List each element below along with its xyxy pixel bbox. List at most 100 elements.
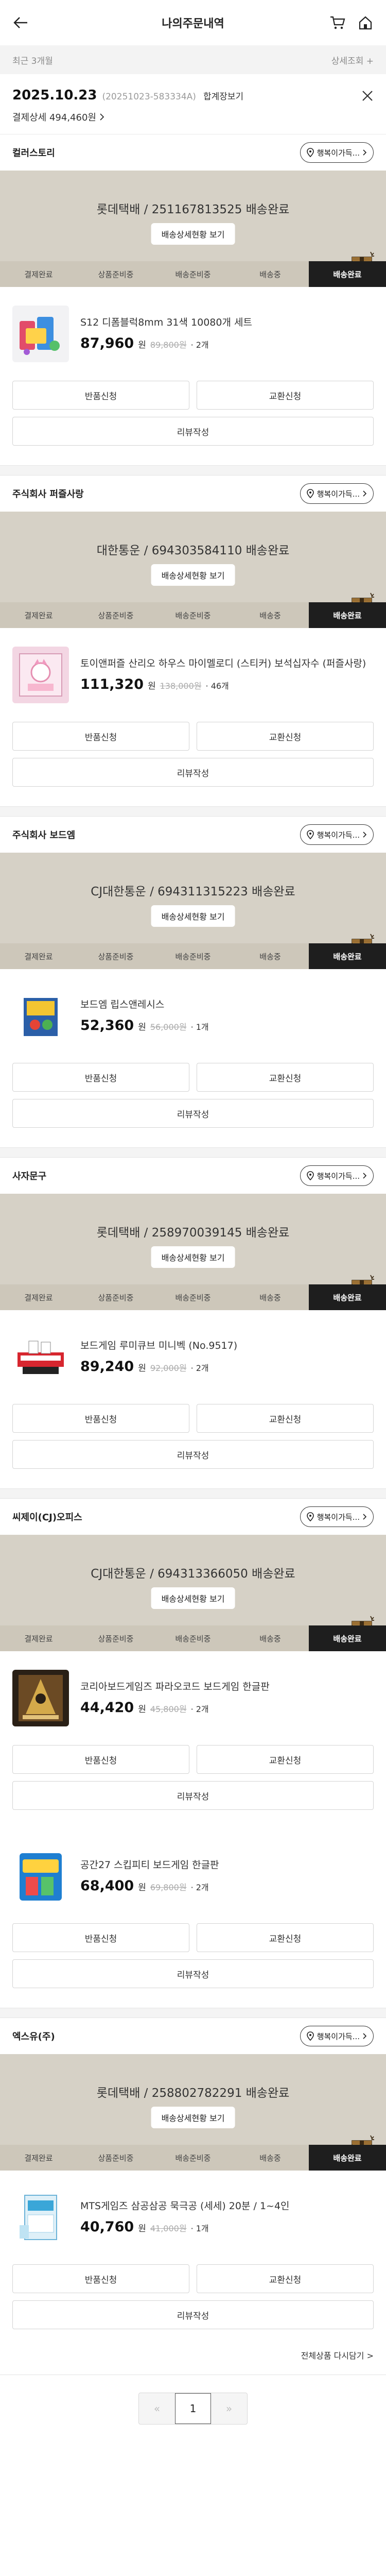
delivery-banner: 롯데택배 / 251167813525 배송완료 배송상세현황 보기 결제완료 … xyxy=(0,171,386,287)
seller-happy-button[interactable]: 행복이가득... xyxy=(300,824,374,845)
delivery-detail-button[interactable]: 배송상세현황 보기 xyxy=(151,564,235,586)
header-right xyxy=(317,14,374,31)
product-info: 공간27 스킵피티 보드게임 한글판 68,400 원 69,800원 · 2개 xyxy=(80,1859,374,1894)
exchange-request-button[interactable]: 교환신청 xyxy=(197,2264,374,2293)
seller-happy-button[interactable]: 행복이가득... xyxy=(300,1506,374,1527)
detail-search-button[interactable]: 상세조회 + xyxy=(331,54,374,66)
return-request-button[interactable]: 반품신청 xyxy=(12,722,189,751)
exchange-request-button[interactable]: 교환신청 xyxy=(197,722,374,751)
merge-view-link[interactable]: 합계장보기 xyxy=(203,89,243,102)
product-name[interactable]: S12 디폼블럭8mm 31색 10080개 세트 xyxy=(80,316,374,330)
current-page-button[interactable]: 1 xyxy=(175,2393,211,2424)
delivery-detail-button[interactable]: 배송상세현황 보기 xyxy=(151,905,235,927)
seller-happy-label: 행복이가득... xyxy=(317,1512,360,1522)
close-icon[interactable] xyxy=(361,90,374,104)
delivery-detail-button[interactable]: 배송상세현황 보기 xyxy=(151,2107,235,2128)
product-quantity: · 2개 xyxy=(190,340,209,350)
write-review-button[interactable]: 리뷰작성 xyxy=(12,1781,374,1810)
courier-tracking-text: 대한통운 / 694303584110 배송완료 xyxy=(96,544,290,557)
seller-happy-button[interactable]: 행복이가득... xyxy=(300,483,374,504)
delivery-steps: 결제완료 상품준비중 배송준비중 배송중 배송완료 xyxy=(0,261,386,287)
step-preparing-shipment: 배송준비중 xyxy=(175,2153,211,2163)
exchange-request-button[interactable]: 교환신청 xyxy=(197,1923,374,1952)
delivery-detail-button[interactable]: 배송상세현황 보기 xyxy=(151,1587,235,1609)
chevron-right-icon xyxy=(363,1173,367,1179)
return-request-button[interactable]: 반품신청 xyxy=(12,1745,189,1774)
order-date: 2025.10.23 xyxy=(12,88,97,103)
price-unit: 원 xyxy=(138,1022,146,1033)
return-request-button[interactable]: 반품신청 xyxy=(12,1923,189,1952)
back-arrow-icon[interactable] xyxy=(12,14,29,31)
product-actions: 반품신청 교환신청 리뷰작성 xyxy=(0,381,386,465)
payment-detail-text: 결제상세 494,460원 xyxy=(12,112,96,123)
write-review-button[interactable]: 리뷰작성 xyxy=(12,1099,374,1128)
price-unit: 원 xyxy=(138,340,146,351)
exchange-request-button[interactable]: 교환신청 xyxy=(197,1404,374,1433)
product-thumbnail-beads[interactable] xyxy=(12,306,69,362)
payment-detail-link[interactable]: 결제상세 494,460원 xyxy=(12,110,374,124)
exchange-request-button[interactable]: 교환신청 xyxy=(197,381,374,410)
write-review-button[interactable]: 리뷰작성 xyxy=(12,758,374,787)
write-review-button[interactable]: 리뷰작성 xyxy=(12,1440,374,1469)
product-name[interactable]: 토이앤퍼즐 산리오 하우스 마이멜로디 (스티커) 보석십자수 (퍼즐사랑) xyxy=(80,657,374,671)
step-preparing-product: 상품준비중 xyxy=(98,269,134,279)
exchange-request-button[interactable]: 교환신청 xyxy=(197,1745,374,1774)
product-thumbnail-skip[interactable] xyxy=(12,1848,69,1905)
home-icon[interactable] xyxy=(357,14,374,31)
original-price: 69,800원 xyxy=(150,1883,187,1893)
prev-page-button[interactable]: « xyxy=(139,2393,175,2424)
delivery-banner: 롯데택배 / 258970039145 배송완료 배송상세현황 보기 결제완료 … xyxy=(0,1194,386,1310)
return-request-button[interactable]: 반품신청 xyxy=(12,1063,189,1092)
seller-row: 주식회사 보드엠 행복이가득... xyxy=(0,817,386,853)
seller-happy-button[interactable]: 행복이가득... xyxy=(300,142,374,163)
original-price: 41,000원 xyxy=(150,2224,187,2234)
write-review-button[interactable]: 리뷰작성 xyxy=(12,417,374,446)
step-payment-complete: 결제완료 xyxy=(24,611,53,620)
reorder-all-link[interactable]: 전체상품 다시담기 > xyxy=(0,2349,386,2375)
seller-row: 주식회사 퍼즐사랑 행복이가득... xyxy=(0,476,386,512)
product-thumbnail-board[interactable] xyxy=(12,988,69,1044)
delivery-detail-button[interactable]: 배송상세현황 보기 xyxy=(151,1246,235,1268)
product-thumbnail-gem[interactable] xyxy=(12,647,69,703)
product-name[interactable]: 보드엠 립스앤레시스 xyxy=(80,998,374,1012)
product-item: 공간27 스킵피티 보드게임 한글판 68,400 원 69,800원 · 2개… xyxy=(0,1829,386,2008)
period-filter[interactable]: 최근 3개월 xyxy=(12,54,53,66)
product-name[interactable]: MTS게임즈 삼공삼공 묵극공 (세세) 20분 / 1~4인 xyxy=(80,2200,374,2213)
location-pin-icon xyxy=(306,1171,314,1180)
seller-happy-button[interactable]: 행복이가득... xyxy=(300,2026,374,2046)
step-preparing-shipment: 배송준비중 xyxy=(175,1293,211,1302)
write-review-button[interactable]: 리뷰작성 xyxy=(12,1959,374,1988)
step-in-transit: 배송중 xyxy=(259,269,281,279)
courier-tracking-text: CJ대한통운 / 694313366050 배송완료 xyxy=(91,1567,295,1581)
step-preparing-product: 상품준비중 xyxy=(98,611,134,620)
product-item: 보드게임 루미큐브 미니벡 (No.9517) 89,240 원 92,000원… xyxy=(0,1310,386,1488)
product-row: 보드엠 립스앤레시스 52,360 원 56,000원 · 1개 xyxy=(0,969,386,1063)
product-item: 토이앤퍼즐 산리오 하우스 마이멜로디 (스티커) 보석십자수 (퍼즐사랑) 1… xyxy=(0,628,386,806)
seller-row: 사자문구 행복이가득... xyxy=(0,1158,386,1194)
step-payment-complete: 결제완료 xyxy=(24,1293,53,1302)
return-request-button[interactable]: 반품신청 xyxy=(12,1404,189,1433)
product-price-row: 40,760 원 41,000원 · 1개 xyxy=(80,2219,374,2235)
product-name[interactable]: 코리아보드게임즈 파라오코드 보드게임 한글판 xyxy=(80,1681,374,1694)
product-thumbnail-mts[interactable] xyxy=(12,2189,69,2246)
delivery-detail-button[interactable]: 배송상세현황 보기 xyxy=(151,223,235,245)
section-separator xyxy=(0,2008,386,2018)
write-review-button[interactable]: 리뷰작성 xyxy=(12,2300,374,2329)
courier-tracking-text: CJ대한통운 / 694311315223 배송완료 xyxy=(91,885,295,899)
seller-happy-button[interactable]: 행복이가득... xyxy=(300,1165,374,1186)
product-name[interactable]: 보드게임 루미큐브 미니벡 (No.9517) xyxy=(80,1340,374,1353)
product-price-row: 89,240 원 92,000원 · 2개 xyxy=(80,1359,374,1375)
product-price: 111,320 xyxy=(80,676,144,693)
cart-icon[interactable] xyxy=(329,14,346,31)
product-thumbnail-pharaoh[interactable] xyxy=(12,1670,69,1726)
product-item: S12 디폼블럭8mm 31색 10080개 세트 87,960 원 89,80… xyxy=(0,287,386,465)
product-name[interactable]: 공간27 스킵피티 보드게임 한글판 xyxy=(80,1859,374,1872)
product-item: 코리아보드게임즈 파라오코드 보드게임 한글판 44,420 원 45,800원… xyxy=(0,1651,386,1829)
exchange-request-button[interactable]: 교환신청 xyxy=(197,1063,374,1092)
return-request-button[interactable]: 반품신청 xyxy=(12,2264,189,2293)
step-preparing-shipment: 배송준비중 xyxy=(175,952,211,961)
product-thumbnail-rummy[interactable] xyxy=(12,1329,69,1385)
return-request-button[interactable]: 반품신청 xyxy=(12,381,189,410)
next-page-button[interactable]: » xyxy=(211,2393,247,2424)
app-header: 나의주문내역 xyxy=(0,0,386,45)
